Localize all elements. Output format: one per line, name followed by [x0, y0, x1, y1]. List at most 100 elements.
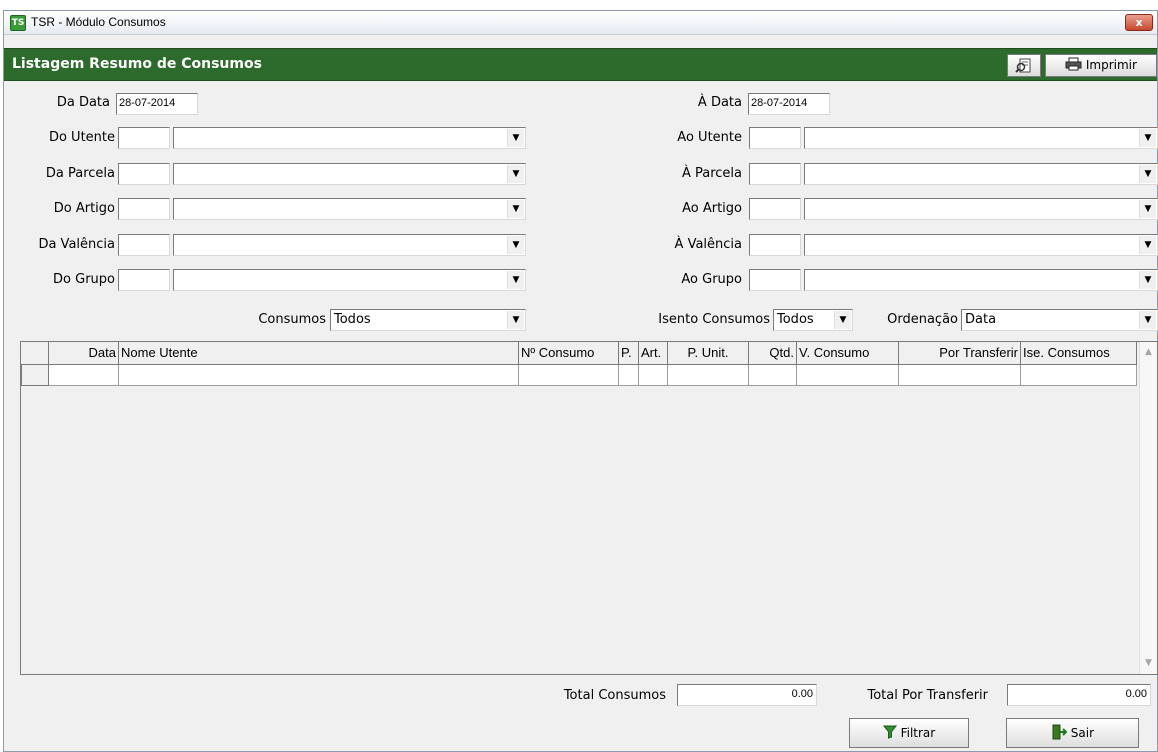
do-utente-select[interactable]: ▼: [173, 127, 526, 149]
sair-button[interactable]: Sair: [1006, 718, 1139, 748]
table-cell[interactable]: [1020, 364, 1137, 386]
a-data-input[interactable]: 28-07-2014: [748, 93, 830, 115]
column-header[interactable]: Art.: [638, 342, 668, 365]
scroll-up-icon[interactable]: ▲: [1140, 344, 1157, 361]
ao-artigo-code-input[interactable]: [749, 198, 801, 220]
preview-button[interactable]: [1007, 54, 1041, 77]
da-parcela-code-input[interactable]: [118, 163, 170, 185]
da-data-input[interactable]: 28-07-2014: [116, 93, 198, 115]
consumos-label: Consumos: [258, 312, 326, 327]
chevron-down-icon: ▼: [1139, 271, 1156, 289]
header-bar: Listagem Resumo de Consumos Imprimir: [4, 48, 1157, 81]
chevron-down-icon: ▼: [507, 200, 524, 218]
column-header[interactable]: V. Consumo: [796, 342, 899, 365]
table-row[interactable]: [21, 363, 1137, 386]
ao-grupo-label: Ao Grupo: [681, 272, 742, 287]
chevron-down-icon: ▼: [1139, 129, 1156, 147]
table-cell[interactable]: [796, 364, 899, 386]
column-header[interactable]: P.: [618, 342, 639, 365]
total-transferir-label: Total Por Transferir: [867, 688, 988, 703]
table-cell[interactable]: [48, 364, 119, 386]
preview-icon: [1015, 58, 1031, 73]
consumos-select[interactable]: Todos ▼: [330, 309, 526, 331]
column-header[interactable]: Nº Consumo: [518, 342, 619, 365]
filter-icon: [882, 725, 897, 739]
do-artigo-code-input[interactable]: [118, 198, 170, 220]
table-cell[interactable]: [748, 364, 797, 386]
ordenacao-select[interactable]: Data ▼: [961, 309, 1158, 331]
app-icon: TS: [10, 15, 26, 31]
app-window: TS TSR - Módulo Consumos x Listagem Resu…: [3, 10, 1158, 752]
do-grupo-select[interactable]: ▼: [173, 269, 526, 291]
isento-consumos-value: Todos: [777, 312, 814, 327]
chevron-down-icon: ▼: [1139, 200, 1156, 218]
chevron-down-icon: ▼: [507, 129, 524, 147]
ao-utente-select[interactable]: ▼: [804, 127, 1158, 149]
exit-door-icon: [1052, 724, 1068, 740]
ao-utente-code-input[interactable]: [749, 127, 801, 149]
chevron-down-icon: ▼: [834, 311, 851, 329]
ordenacao-value: Data: [965, 312, 997, 327]
da-parcela-label: Da Parcela: [45, 166, 115, 181]
column-header[interactable]: Data: [48, 342, 119, 365]
do-artigo-label: Do Artigo: [53, 201, 115, 216]
scroll-down-icon[interactable]: ▼: [1140, 655, 1157, 672]
close-button[interactable]: x: [1125, 14, 1153, 31]
vertical-scrollbar[interactable]: ▲ ▼: [1139, 342, 1157, 674]
chevron-down-icon: ▼: [507, 311, 524, 329]
row-selector[interactable]: [21, 363, 49, 386]
a-valencia-code-input[interactable]: [749, 234, 801, 256]
column-header[interactable]: Por Transferir: [898, 342, 1021, 365]
sair-label: Sair: [1070, 726, 1095, 740]
title-bar: TS TSR - Módulo Consumos x: [4, 11, 1157, 35]
table-cell[interactable]: [118, 364, 519, 386]
ao-grupo-code-input[interactable]: [749, 269, 801, 291]
table-cell[interactable]: [898, 364, 1021, 386]
results-grid[interactable]: Data Nome Utente Nº Consumo P. Art. P. U…: [20, 341, 1158, 675]
da-data-label: Da Data: [56, 95, 110, 110]
chevron-down-icon: ▼: [1139, 165, 1156, 183]
da-parcela-select[interactable]: ▼: [173, 163, 526, 185]
window-title: TSR - Módulo Consumos: [31, 15, 166, 29]
column-header[interactable]: P. Unit.: [667, 342, 749, 365]
isento-consumos-label: Isento Consumos: [658, 312, 770, 327]
a-parcela-label: À Parcela: [681, 166, 742, 181]
chevron-down-icon: ▼: [507, 165, 524, 183]
chevron-down-icon: ▼: [507, 236, 524, 254]
a-valencia-label: À Valência: [674, 237, 742, 252]
table-cell[interactable]: [667, 364, 749, 386]
chevron-down-icon: ▼: [507, 271, 524, 289]
total-transferir-value: 0.00: [1007, 684, 1151, 706]
total-consumos-value: 0.00: [677, 684, 817, 706]
table-cell[interactable]: [618, 364, 639, 386]
do-grupo-code-input[interactable]: [118, 269, 170, 291]
table-cell[interactable]: [638, 364, 668, 386]
row-header-corner: [21, 342, 49, 365]
column-header[interactable]: Ise. Consumos: [1020, 342, 1137, 365]
da-valencia-code-input[interactable]: [118, 234, 170, 256]
column-header[interactable]: Qtd.: [748, 342, 797, 365]
da-valencia-select[interactable]: ▼: [173, 234, 526, 256]
a-parcela-code-input[interactable]: [749, 163, 801, 185]
do-artigo-select[interactable]: ▼: [173, 198, 526, 220]
do-utente-label: Do Utente: [48, 130, 115, 145]
page-title: Listagem Resumo de Consumos: [12, 56, 262, 72]
print-button[interactable]: Imprimir: [1045, 54, 1157, 77]
a-parcela-select[interactable]: ▼: [804, 163, 1158, 185]
ao-utente-label: Ao Utente: [677, 130, 742, 145]
filtrar-label: Filtrar: [900, 726, 936, 740]
ordenacao-label: Ordenação: [887, 312, 958, 327]
a-valencia-select[interactable]: ▼: [804, 234, 1158, 256]
chevron-down-icon: ▼: [1139, 236, 1156, 254]
column-header[interactable]: Nome Utente: [118, 342, 519, 365]
do-utente-code-input[interactable]: [118, 127, 170, 149]
ao-artigo-label: Ao Artigo: [682, 201, 742, 216]
print-label: Imprimir: [1085, 58, 1137, 72]
chevron-down-icon: ▼: [1139, 311, 1156, 329]
printer-icon: [1065, 57, 1082, 71]
filtrar-button[interactable]: Filtrar: [849, 718, 969, 748]
table-cell[interactable]: [518, 364, 619, 386]
ao-grupo-select[interactable]: ▼: [804, 269, 1158, 291]
isento-consumos-select[interactable]: Todos ▼: [773, 309, 853, 331]
ao-artigo-select[interactable]: ▼: [804, 198, 1158, 220]
